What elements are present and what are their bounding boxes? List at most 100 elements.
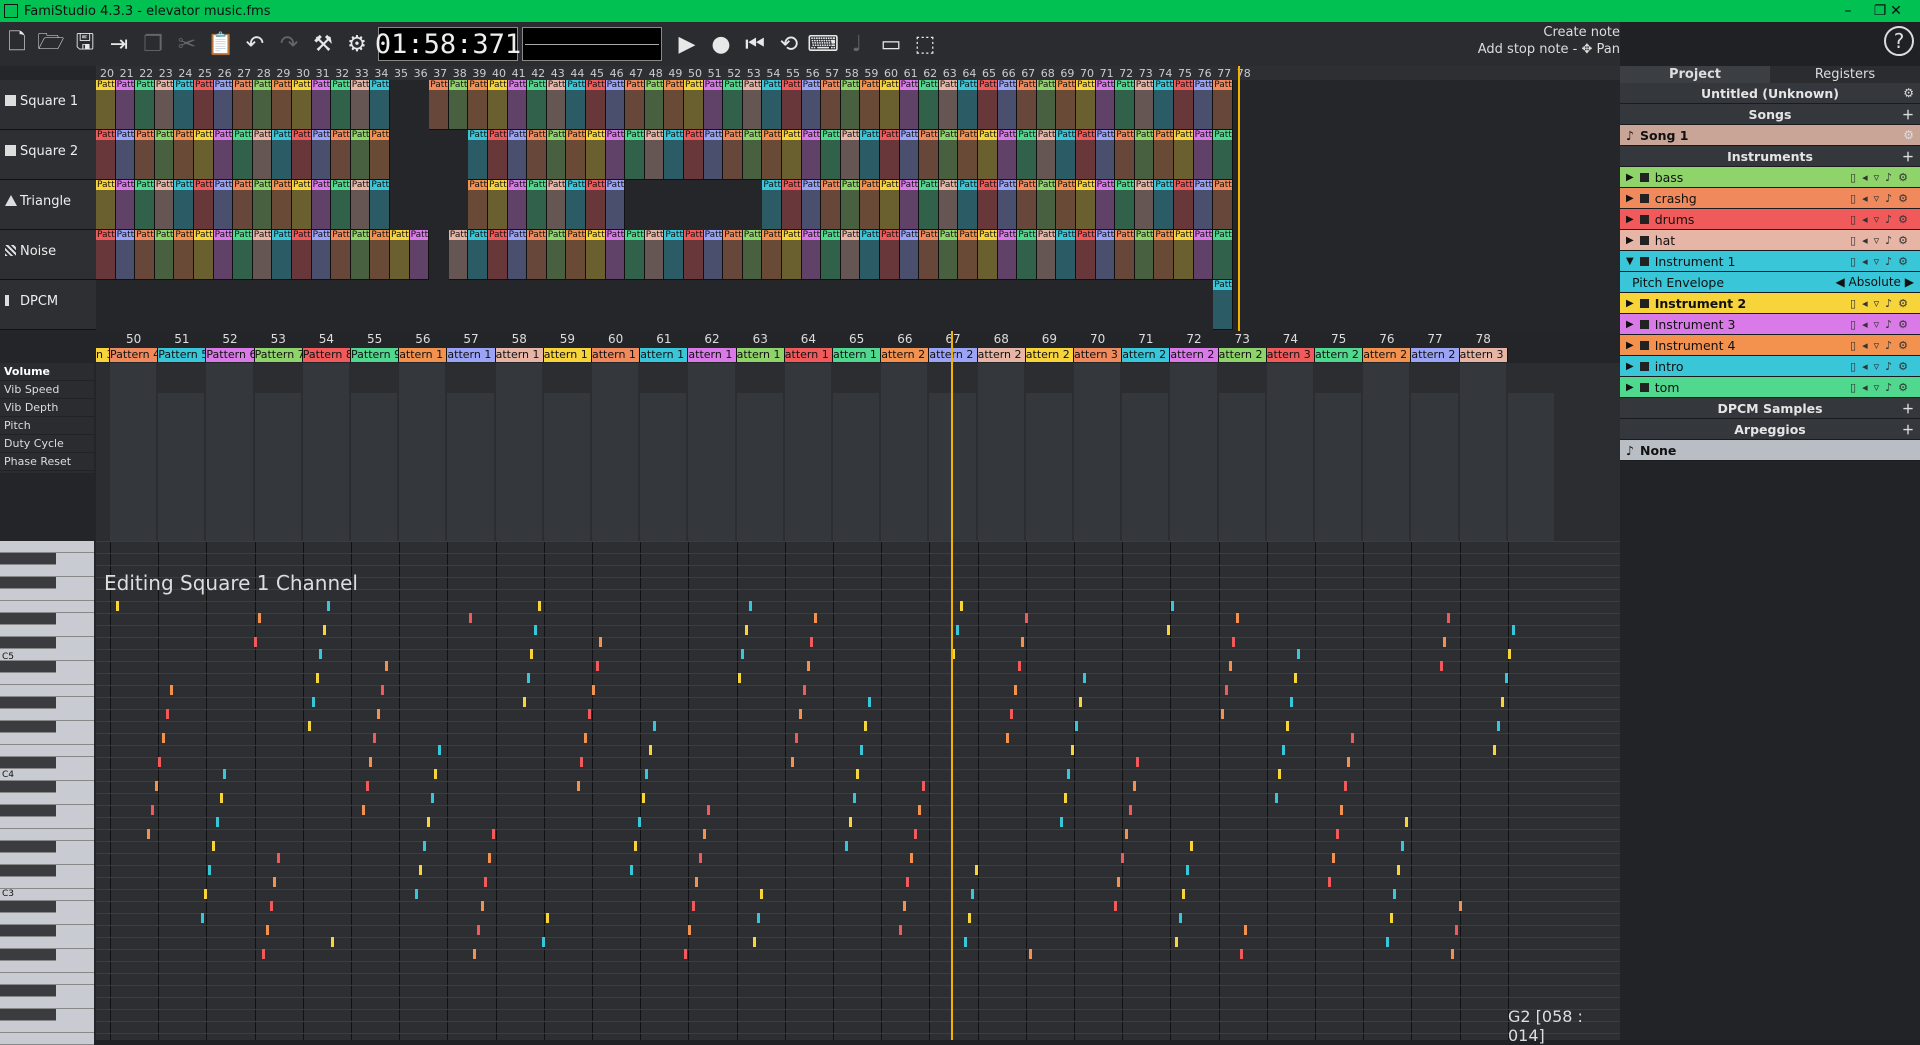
- note[interactable]: [960, 601, 963, 611]
- sequencer-pattern[interactable]: Patt: [625, 80, 645, 130]
- piano-roll-pattern-header[interactable]: attern 1: [592, 348, 641, 362]
- piano-key[interactable]: [0, 805, 56, 817]
- sequencer-pattern[interactable]: Patt: [919, 130, 939, 180]
- note[interactable]: [365, 781, 369, 791]
- note[interactable]: [219, 793, 223, 803]
- note[interactable]: [963, 937, 967, 947]
- close-button[interactable]: ✕: [1874, 0, 1918, 22]
- note[interactable]: [384, 661, 388, 671]
- sequencer-pattern[interactable]: Patt: [860, 230, 880, 280]
- sequencer-pattern[interactable]: Patt: [1115, 130, 1135, 180]
- sequencer-pattern[interactable]: Patt: [840, 180, 861, 230]
- help-icon[interactable]: ?: [1884, 26, 1914, 56]
- expand-icon[interactable]: ▶: [1626, 193, 1634, 204]
- note[interactable]: [1063, 793, 1067, 803]
- instrument-item[interactable]: ▶ hat ▯◂▿♪⚙: [1620, 230, 1920, 251]
- sequencer-pattern[interactable]: Patt: [1036, 180, 1057, 230]
- sequencer-pattern[interactable]: Patt: [605, 180, 626, 230]
- note[interactable]: [845, 841, 848, 851]
- piano-key[interactable]: [0, 769, 94, 781]
- note[interactable]: [541, 937, 545, 947]
- sequencer-pattern[interactable]: Patt: [1115, 80, 1135, 130]
- note[interactable]: [488, 853, 492, 863]
- piano-key[interactable]: [0, 733, 94, 745]
- sequencer-pattern[interactable]: Patt: [742, 230, 763, 280]
- channel-triangle[interactable]: Triangle: [0, 180, 96, 230]
- sequencer-pattern[interactable]: Patt: [625, 130, 645, 180]
- copy-icon[interactable]: ❐: [136, 27, 170, 61]
- note[interactable]: [308, 721, 311, 731]
- note[interactable]: [311, 697, 315, 707]
- sequencer-pattern[interactable]: Patt: [252, 80, 273, 130]
- sequencer-pattern[interactable]: Patt: [1036, 80, 1057, 130]
- note[interactable]: [1128, 805, 1132, 815]
- piano-key[interactable]: [0, 889, 94, 901]
- sequencer-pattern[interactable]: Patt: [1174, 130, 1194, 180]
- piano-key[interactable]: [0, 901, 56, 913]
- note[interactable]: [584, 733, 588, 743]
- sequencer-pattern[interactable]: Patt: [1154, 80, 1174, 130]
- sequencer-pattern[interactable]: Patt: [370, 180, 390, 230]
- sequencer-pattern[interactable]: Patt: [252, 130, 273, 180]
- note[interactable]: [683, 949, 687, 959]
- sequencer-pattern[interactable]: Patt: [703, 130, 724, 180]
- sequencer-pattern[interactable]: Patt: [821, 80, 841, 130]
- note[interactable]: [208, 865, 212, 875]
- sequencer-pattern[interactable]: Patt: [350, 130, 371, 180]
- envelope-item[interactable]: Duty Cycle: [0, 435, 94, 453]
- instrument-envelope-icons[interactable]: ▯◂▿♪⚙: [1850, 360, 1914, 373]
- note[interactable]: [1493, 745, 1497, 755]
- note[interactable]: [438, 745, 442, 755]
- sequencer-pattern[interactable]: Patt: [978, 80, 998, 130]
- piano-roll-pattern-header[interactable]: attern 1: [495, 348, 544, 362]
- sequencer-pattern[interactable]: Patt: [527, 80, 547, 130]
- sequencer-pattern[interactable]: Patt: [1134, 230, 1155, 280]
- sequencer-pattern[interactable]: Patt: [527, 130, 547, 180]
- expand-icon[interactable]: ▶: [1626, 235, 1634, 246]
- sequencer-pattern[interactable]: Patt: [331, 130, 351, 180]
- sequencer-pattern[interactable]: Patt: [546, 80, 567, 130]
- piano-key[interactable]: [0, 925, 56, 937]
- sequencer-pattern[interactable]: Patt: [958, 180, 978, 230]
- sequencer-pattern[interactable]: Patt: [546, 180, 567, 230]
- note[interactable]: [1239, 949, 1243, 959]
- note[interactable]: [641, 793, 645, 803]
- note[interactable]: [917, 805, 921, 815]
- note[interactable]: [798, 709, 802, 719]
- expand-icon[interactable]: ▶: [1626, 319, 1634, 330]
- note[interactable]: [1343, 781, 1347, 791]
- note[interactable]: [476, 925, 480, 935]
- sequencer-pattern[interactable]: Patt: [194, 130, 214, 180]
- sequencer-pattern[interactable]: Patt: [1213, 130, 1233, 180]
- instrument-envelope-icons[interactable]: ▯◂▿♪⚙: [1850, 318, 1914, 331]
- note[interactable]: [1236, 613, 1240, 623]
- sequencer-pattern[interactable]: Patt: [997, 130, 1018, 180]
- sequencer-pattern[interactable]: Patt: [154, 230, 175, 280]
- sequencer-pattern[interactable]: Patt: [605, 80, 626, 130]
- note[interactable]: [530, 649, 534, 659]
- channel-noise[interactable]: Noise: [0, 230, 96, 280]
- note[interactable]: [380, 685, 384, 695]
- sequencer-pattern[interactable]: Patt: [292, 230, 312, 280]
- sequencer-pattern[interactable]: Patt: [801, 180, 822, 230]
- note[interactable]: [200, 913, 204, 923]
- note[interactable]: [319, 649, 323, 659]
- note[interactable]: [469, 613, 473, 623]
- sequencer-pattern[interactable]: Patt: [1115, 230, 1135, 280]
- note[interactable]: [576, 781, 580, 791]
- sequencer-pattern[interactable]: Patt: [899, 80, 920, 130]
- sequencer-pattern[interactable]: Patt: [899, 130, 920, 180]
- sequencer-pattern[interactable]: Patt: [899, 180, 920, 230]
- sequencer-pattern[interactable]: Patt: [1036, 130, 1057, 180]
- note[interactable]: [848, 817, 852, 827]
- sequencer-pattern[interactable]: Patt: [566, 130, 586, 180]
- add-dpcm-icon[interactable]: ＋: [1902, 400, 1914, 417]
- piano-roll-pattern-header[interactable]: attern 2: [1218, 348, 1267, 362]
- note[interactable]: [1454, 925, 1458, 935]
- note[interactable]: [1497, 721, 1500, 731]
- save-icon[interactable]: 🖫: [68, 27, 102, 61]
- channel-square-2[interactable]: Square 2: [0, 130, 96, 180]
- note[interactable]: [752, 937, 756, 947]
- sequencer-pattern[interactable]: Patt: [154, 80, 175, 130]
- add-arpeggio-icon[interactable]: ＋: [1902, 421, 1914, 438]
